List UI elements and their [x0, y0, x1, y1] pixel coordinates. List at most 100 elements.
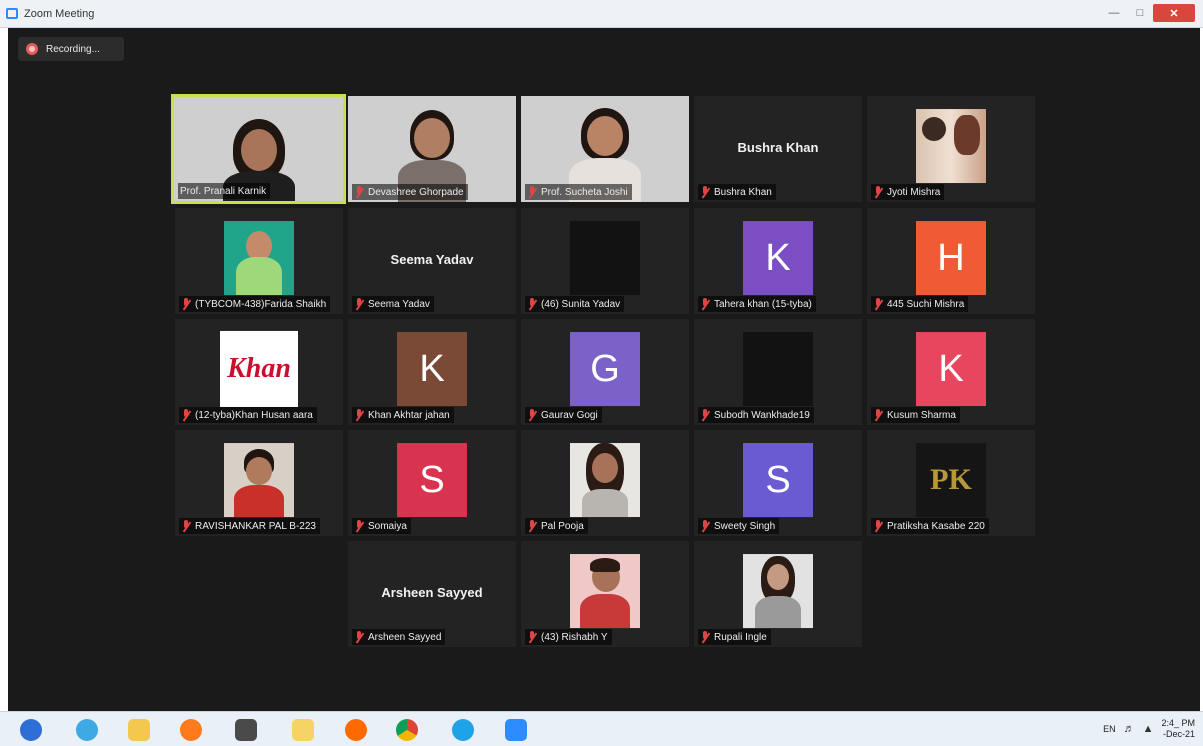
file-explorer-icon[interactable]	[128, 719, 150, 741]
participant-name: Jyoti Mishra	[887, 186, 941, 198]
notes-icon[interactable]	[292, 719, 314, 741]
participant-nameplate: Rupali Ingle	[698, 629, 771, 645]
mic-muted-icon	[700, 298, 710, 310]
participant-nameplate: Subodh Wankhade19	[698, 407, 814, 423]
participant-tile[interactable]: Prof. Sucheta Joshi	[521, 96, 689, 202]
participant-name: Kusum Sharma	[887, 409, 956, 421]
participant-name: Prof. Pranali Karnik	[180, 185, 267, 197]
khan-logo: Khan	[220, 330, 298, 407]
profile-photo	[570, 554, 640, 629]
participant-nameplate: Sweety Singh	[698, 518, 780, 534]
participant-name: (TYBCOM-438)Farida Shaikh	[195, 298, 327, 310]
participant-tile[interactable]: Khan (12-tyba)Khan Husan aara	[175, 319, 343, 425]
participant-tile[interactable]: H 445 Suchi Mishra	[867, 208, 1035, 314]
initial-avatar: G	[570, 332, 640, 407]
participant-nameplate: (43) Rishabh Y	[525, 629, 612, 645]
participant-tile[interactable]: K Khan Akhtar jahan	[348, 319, 516, 425]
windows-taskbar: EN ♬ ▲ 2:4_ PM -Dec-21	[0, 711, 1203, 746]
participant-nameplate: Gaurav Gogi	[525, 407, 602, 423]
mic-muted-icon	[527, 298, 537, 310]
language-indicator[interactable]: EN	[1103, 724, 1116, 734]
participant-name: Prof. Sucheta Joshi	[541, 186, 628, 198]
speaker-icon[interactable]: ♬	[1124, 723, 1135, 735]
minimize-button[interactable]: —	[1101, 4, 1127, 22]
profile-photo	[916, 109, 986, 184]
initial-avatar: S	[743, 443, 813, 518]
initial-avatar: K	[397, 332, 467, 407]
participant-tile[interactable]: Devashree Ghorpade	[348, 96, 516, 202]
participant-tile[interactable]: Rupali Ingle	[694, 541, 862, 647]
participant-tile[interactable]: K Kusum Sharma	[867, 319, 1035, 425]
profile-photo	[743, 332, 813, 407]
maximize-button[interactable]: □	[1127, 4, 1153, 22]
edge-icon[interactable]	[452, 719, 474, 741]
media-player-icon[interactable]	[180, 719, 202, 741]
close-button[interactable]: ✕	[1153, 4, 1195, 22]
participant-display-name: Seema Yadav	[390, 252, 474, 267]
recording-label: Recording...	[46, 43, 100, 55]
meeting-stage: Recording... Prof. Pranali Karnik Devash…	[8, 28, 1200, 711]
participant-tile[interactable]: Seema Yadav Seema Yadav	[348, 208, 516, 314]
mic-muted-icon	[873, 186, 883, 198]
clock-time: 2:4_ PM	[1161, 718, 1195, 728]
mic-muted-icon	[527, 409, 537, 421]
mic-muted-icon	[700, 631, 710, 643]
participant-nameplate: Devashree Ghorpade	[352, 184, 468, 200]
participant-name: Sweety Singh	[714, 520, 776, 532]
initial-avatar: H	[916, 221, 986, 296]
participant-nameplate: (12-tyba)Khan Husan aara	[179, 407, 317, 423]
participant-tile[interactable]: (TYBCOM-438)Farida Shaikh	[175, 208, 343, 314]
participant-name: Tahera khan (15-tyba)	[714, 298, 812, 310]
mic-muted-icon	[700, 409, 710, 421]
mic-muted-icon	[700, 520, 710, 532]
participant-name: (12-tyba)Khan Husan aara	[195, 409, 313, 421]
participant-tile[interactable]: Bushra Khan Bushra Khan	[694, 96, 862, 202]
participant-tile[interactable]: G Gaurav Gogi	[521, 319, 689, 425]
initial-avatar: K	[743, 221, 813, 296]
mic-muted-icon	[873, 409, 883, 421]
initial-avatar: S	[397, 443, 467, 518]
system-tray: EN ♬ ▲ 2:4_ PM -Dec-21	[1103, 718, 1195, 740]
participant-tile[interactable]: S Somaiya	[348, 430, 516, 536]
mic-muted-icon	[181, 520, 191, 532]
participant-nameplate: Kusum Sharma	[871, 407, 960, 423]
clock[interactable]: 2:4_ PM -Dec-21	[1161, 718, 1195, 740]
participant-tile[interactable]: K Tahera khan (15-tyba)	[694, 208, 862, 314]
mic-muted-icon	[873, 520, 883, 532]
internet-explorer-icon[interactable]	[76, 719, 98, 741]
profile-photo	[743, 554, 813, 629]
participant-nameplate: Pratiksha Kasabe 220	[871, 518, 989, 534]
participant-display-name: Bushra Khan	[737, 140, 819, 155]
participant-tile[interactable]: Prof. Pranali Karnik	[171, 94, 346, 204]
participant-tile[interactable]: (43) Rishabh Y	[521, 541, 689, 647]
participant-tile[interactable]: S Sweety Singh	[694, 430, 862, 536]
profile-photo	[570, 443, 640, 518]
app-icon[interactable]	[235, 719, 257, 741]
participant-tile[interactable]: PK Pratiksha Kasabe 220	[867, 430, 1035, 536]
mic-muted-icon	[181, 409, 191, 421]
participant-name: (46) Sunita Yadav	[541, 298, 621, 310]
mic-muted-icon	[527, 520, 537, 532]
participant-nameplate: Arsheen Sayyed	[352, 629, 446, 645]
participant-tile[interactable]: Jyoti Mishra	[867, 96, 1035, 202]
mic-muted-icon	[873, 298, 883, 310]
participant-tile[interactable]: Arsheen Sayyed Arsheen Sayyed	[348, 541, 516, 647]
firefox-icon[interactable]	[345, 719, 367, 741]
chrome-icon[interactable]	[396, 719, 418, 741]
mic-muted-icon	[354, 298, 364, 310]
start-icon[interactable]	[20, 719, 42, 741]
recording-indicator[interactable]: Recording...	[18, 37, 124, 61]
participant-nameplate: Somaiya	[352, 518, 411, 534]
mic-muted-icon	[354, 520, 364, 532]
participant-tile[interactable]: (46) Sunita Yadav	[521, 208, 689, 314]
profile-photo	[224, 221, 294, 296]
participant-display-name: Arsheen Sayyed	[381, 585, 483, 600]
participant-name: Rupali Ingle	[714, 631, 767, 643]
participant-tile[interactable]: Subodh Wankhade19	[694, 319, 862, 425]
network-icon[interactable]: ▲	[1143, 723, 1154, 735]
participant-tile[interactable]: RAVISHANKAR PAL B-223	[175, 430, 343, 536]
participant-nameplate: (46) Sunita Yadav	[525, 296, 625, 312]
participant-tile[interactable]: Pal Pooja	[521, 430, 689, 536]
zoom-taskbar-icon[interactable]	[505, 719, 527, 741]
mic-muted-icon	[354, 186, 364, 198]
